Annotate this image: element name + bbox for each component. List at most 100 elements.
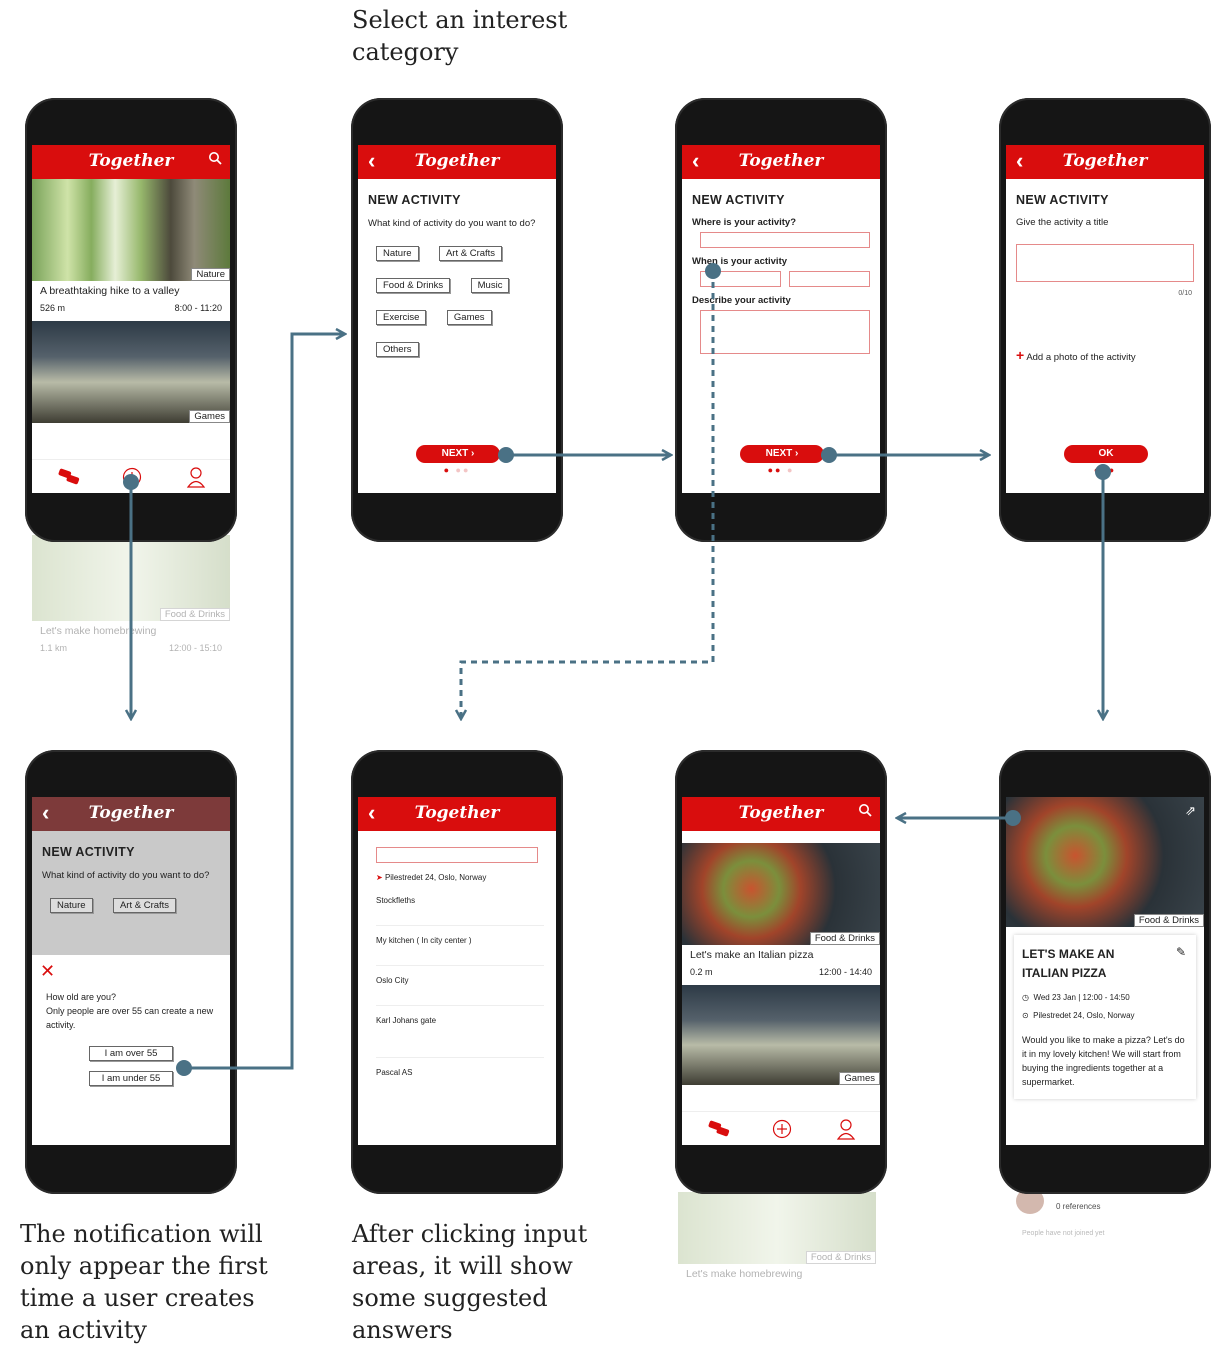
ghost-card-image: Food & Drinks [678,1192,876,1264]
search-icon[interactable] [208,151,222,165]
category-tag: Food & Drinks [159,608,230,621]
profile-icon[interactable] [186,466,206,488]
card-time: 8:00 - 11:20 [174,303,222,313]
chip-others[interactable]: Others [376,342,419,357]
feed-updated-screen: Together Food & Drinks Let's make an Ita… [682,797,880,1145]
title-input[interactable] [1016,244,1194,282]
caption-select-interest: Select an interest category [352,6,568,66]
card-image-pizza[interactable]: Food & Drinks [682,843,880,945]
location-label: Pilestredet 24, Oslo, Norway [384,873,487,882]
over-55-button[interactable]: I am over 55 [89,1046,173,1061]
add-photo-label: Add a photo of the activity [1026,352,1136,363]
age-question: How old are you? [46,992,117,1002]
chip-exercise[interactable]: Exercise [376,310,427,325]
add-activity-icon[interactable] [772,1119,792,1139]
next-label: NEXT [765,448,793,459]
chip-music[interactable]: Music [470,278,510,293]
card-image-nature[interactable]: Nature [32,179,230,281]
share-icon[interactable]: ⇗ [1185,803,1196,819]
suggestion-item[interactable]: Stockfleths [376,886,544,926]
suggestion-item[interactable]: My kitchen ( In city center ) [376,926,544,966]
app-topbar: ‹ Together [32,797,230,831]
page-title: NEW ACTIVITY [692,193,785,207]
profile-icon[interactable] [836,1118,856,1140]
category-tag: Food & Drinks [809,932,880,945]
page-title: NEW ACTIVITY [1016,193,1109,207]
category-tag: Nature [191,268,230,281]
app-topbar: ‹ Together [682,145,880,179]
app-topbar: ‹ Together [358,797,556,831]
suggestion-label: Pascal AS [376,1068,413,1077]
suggestion-label: Stockfleths [376,896,416,905]
category-screen: ‹ Together NEW ACTIVITY What kind of act… [358,145,556,493]
category-chips: Nature Art & Crafts Food & Drinks Music … [358,231,556,371]
card-title[interactable]: A breathtaking hike to a valley [40,285,222,297]
suggestion-item[interactable]: Pascal AS [376,1058,544,1098]
add-photo-row[interactable]: + Add a photo of the activity [1016,347,1194,363]
age-dialog: ✕ How old are you? Only people are over … [32,955,230,1145]
together-logo-icon[interactable] [58,468,82,486]
search-icon[interactable] [858,803,872,817]
card-title[interactable]: Let's make an Italian pizza [690,949,872,961]
step-dots: ●●● [1093,465,1117,475]
phone-feed-updated: Together Food & Drinks Let's make an Ita… [675,750,887,1194]
ok-button[interactable]: OK [1064,445,1148,463]
clock-icon: ◷ [1022,993,1029,1002]
current-location[interactable]: ➤ Pilestredet 24, Oslo, Norway [376,873,544,882]
age-dialog-screen: ‹ Together NEW ACTIVITY What kind of act… [32,797,230,1145]
next-label: NEXT [441,448,469,459]
app-title: Together [88,151,174,171]
describe-label: Describe your activity [692,295,791,306]
when-label: When is your activity [692,256,788,267]
chip-art-crafts[interactable]: Art & Crafts [438,246,503,261]
details-screen: ‹ Together NEW ACTIVITY Where is your ac… [682,145,880,493]
card-distance: 0.2 m [690,967,713,977]
under-55-button[interactable]: I am under 55 [89,1071,173,1086]
next-button[interactable]: NEXT › [416,445,500,463]
date-input[interactable] [700,271,781,287]
app-title: Together [738,151,824,171]
chip-food-drinks[interactable]: Food & Drinks [376,278,451,293]
suggestion-item[interactable]: Karl Johans gate [376,1006,544,1058]
phone-feed: Together Nature A breathtaking hike to a… [25,98,237,542]
phone-suggestions: ‹ Together ➤ Pilestredet 24, Oslo, Norwa… [351,750,563,1194]
describe-input[interactable] [700,310,870,354]
step-dots: ● ●● [443,465,471,475]
title-screen: ‹ Together NEW ACTIVITY Give the activit… [1006,145,1204,493]
suggestion-item[interactable]: Oslo City [376,966,544,1006]
page-title: NEW ACTIVITY [42,845,135,859]
activity-location: ⊙ Pilestredet 24, Oslo, Norway [1022,1009,1188,1023]
where-input[interactable] [700,232,870,248]
card-image-games[interactable]: Games [682,985,880,1085]
phone-title: ‹ Together NEW ACTIVITY Give the activit… [999,98,1211,542]
app-title: Together [414,803,500,823]
app-topbar: ‹ Together [1006,145,1204,179]
category-tag: Food & Drinks [1133,914,1204,927]
references-label: 0 references [1056,1202,1101,1211]
phone-activity-detail: ⇗ Food & Drinks LET'S MAKE AN ITALIAN PI… [999,750,1211,1194]
next-button[interactable]: NEXT › [740,445,824,463]
app-topbar: Together [682,797,880,831]
pin-icon: ⊙ [1022,1011,1029,1020]
chip-games[interactable]: Games [446,310,492,325]
add-activity-icon[interactable] [122,467,142,487]
edit-icon[interactable]: ✎ [1176,945,1186,959]
card-image-games[interactable]: Games [32,321,230,423]
card-distance: 1.1 km [40,643,68,653]
location-arrow-icon: ➤ [376,873,383,882]
together-logo-icon[interactable] [708,1120,732,1138]
card-time: 12:00 - 15:10 [168,643,222,653]
chip-nature[interactable]: Nature [376,246,419,261]
card-meta: 0.2 m 12:00 - 14:40 [690,967,872,977]
time-input[interactable] [789,271,870,287]
where-input[interactable] [376,847,538,863]
phone-age-dialog: ‹ Together NEW ACTIVITY What kind of act… [25,750,237,1194]
location-label: Pilestredet 24, Oslo, Norway [1033,1011,1135,1020]
suggestion-label: My kitchen ( In city center ) [376,936,472,945]
activity-description: Would you like to make a pizza? Let's do… [1022,1035,1185,1087]
close-icon[interactable]: ✕ [40,961,230,982]
suggestions-screen: ‹ Together ➤ Pilestredet 24, Oslo, Norwa… [358,797,556,1145]
category-tag: Games [189,410,230,423]
caption-notification: The notification will only appear the fi… [20,1220,268,1344]
when-inputs [700,271,870,287]
